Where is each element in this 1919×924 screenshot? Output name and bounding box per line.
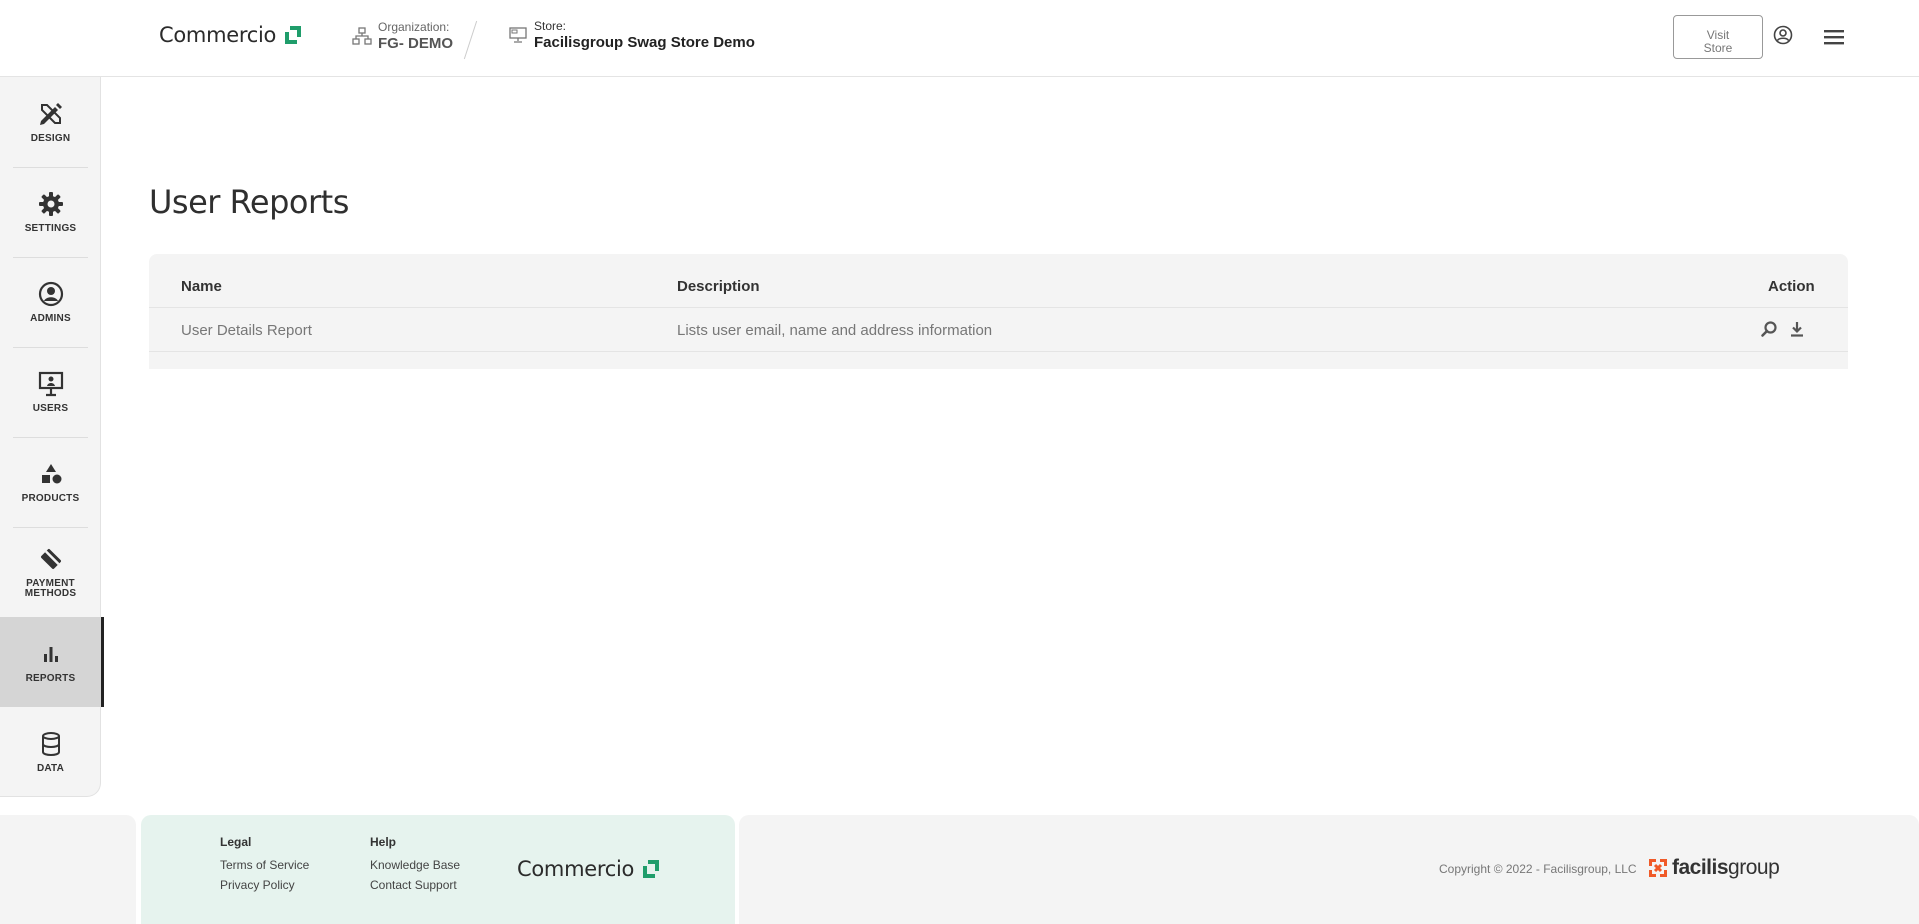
sidebar-item-admins[interactable]: ADMINS	[0, 257, 101, 347]
sidebar-item-users[interactable]: USERS	[0, 347, 101, 437]
organization-selector[interactable]: Organization: FG- DEMO	[352, 20, 453, 54]
download-icon[interactable]	[1788, 320, 1806, 338]
visit-store-label-line1: Visit	[1706, 27, 1730, 42]
top-header: Commercio Organization: FG- DEMO Store: …	[0, 0, 1919, 77]
table-row-divider	[149, 351, 1848, 352]
sidebar-label-products: PRODUCTS	[21, 493, 80, 504]
footer-legal-heading: Legal	[220, 835, 252, 849]
brand-bold-text: facilis	[1672, 856, 1729, 879]
store-selector[interactable]: Store: Facilisgroup Swag Store Demo	[508, 19, 755, 53]
facilisgroup-logo[interactable]: facilis group	[1647, 856, 1780, 880]
column-header-name: Name	[181, 278, 222, 295]
bar-chart-icon	[43, 647, 58, 662]
search-icon[interactable]	[1760, 320, 1778, 338]
sidebar-item-data[interactable]: DATA	[0, 707, 101, 797]
hamburger-menu-icon[interactable]	[1823, 27, 1845, 47]
org-label: Organization:	[378, 20, 450, 34]
footer-help-column: Help Knowledge Base Contact Support	[370, 835, 460, 895]
database-icon	[41, 732, 60, 756]
knowledge-base-link[interactable]: Knowledge Base	[370, 855, 460, 875]
sidebar-label-reports: REPORTS	[25, 673, 76, 684]
sidebar-label-users: USERS	[32, 403, 69, 414]
sidebar-item-products[interactable]: PRODUCTS	[0, 437, 101, 527]
column-header-description: Description	[677, 278, 760, 295]
sidebar-item-payment-methods[interactable]: PAYMENT METHODS	[0, 527, 101, 617]
sidebar-item-settings[interactable]: SETTINGS	[0, 167, 101, 257]
reports-table: Name Description Action User Details Rep…	[149, 254, 1848, 369]
footer-left-panel	[0, 815, 136, 924]
footer-commercio-logo: Commercio	[517, 857, 660, 881]
table-header-divider	[149, 307, 1848, 308]
sidebar-item-design[interactable]: DESIGN	[0, 77, 101, 167]
sidebar-label-settings: SETTINGS	[24, 223, 77, 234]
sidebar-label-data: DATA	[36, 763, 65, 774]
page-title: User Reports	[149, 183, 349, 221]
terms-of-service-link[interactable]: Terms of Service	[220, 855, 309, 875]
design-pencil-ruler-icon	[39, 103, 62, 125]
sidebar-label-admins: ADMINS	[30, 313, 71, 324]
report-name-cell: User Details Report	[181, 322, 312, 339]
privacy-policy-link[interactable]: Privacy Policy	[220, 875, 309, 895]
footer-links-panel: Legal Terms of Service Privacy Policy He…	[141, 815, 735, 924]
footer-logo-text: Commercio	[517, 857, 635, 881]
org-value: FG- DEMO	[378, 35, 453, 52]
facilisgroup-mark-icon	[1649, 859, 1667, 877]
store-monitor-icon	[509, 27, 527, 43]
presentation-board-icon	[38, 371, 63, 397]
header-divider	[463, 20, 478, 60]
sidebar-label-payment-line2: METHODS	[24, 588, 77, 599]
sidebar-label-design: DESIGN	[30, 133, 71, 144]
sidebar-label-payment-methods: PAYMENT METHODS	[25, 579, 76, 599]
footer-legal-column: Legal Terms of Service Privacy Policy	[220, 835, 309, 895]
sidebar-nav: DESIGN SETTINGS ADMINS USERS PRODUCTS PA…	[0, 77, 104, 797]
logo-text: Commercio	[159, 23, 277, 47]
commercio-logo-mark-icon	[643, 860, 660, 878]
user-circle-icon	[38, 281, 63, 307]
visit-store-button[interactable]: Visit Store	[1673, 15, 1763, 59]
commercio-logo[interactable]: Commercio	[159, 23, 302, 47]
footer-help-heading: Help	[370, 835, 397, 849]
footer-copyright-panel: Copyright © 2022 - Facilisgroup, LLC fac…	[739, 815, 1919, 924]
commercio-logo-mark-icon	[285, 26, 302, 44]
org-hierarchy-icon	[352, 27, 372, 45]
sidebar-item-reports[interactable]: REPORTS	[0, 617, 104, 707]
store-label: Store:	[534, 19, 567, 33]
account-user-icon[interactable]	[1773, 25, 1793, 45]
shapes-icon	[41, 464, 61, 484]
column-header-action: Action	[1768, 278, 1815, 295]
copyright-text: Copyright © 2022 - Facilisgroup, LLC	[1439, 862, 1637, 876]
visit-store-label-line2: Store	[1703, 40, 1733, 55]
report-description-cell: Lists user email, name and address infor…	[677, 322, 993, 339]
contact-support-link[interactable]: Contact Support	[370, 875, 460, 895]
gear-icon	[38, 192, 63, 216]
payment-card-icon	[40, 549, 61, 569]
store-value: Facilisgroup Swag Store Demo	[534, 34, 755, 51]
brand-thin-text: group	[1728, 856, 1780, 879]
